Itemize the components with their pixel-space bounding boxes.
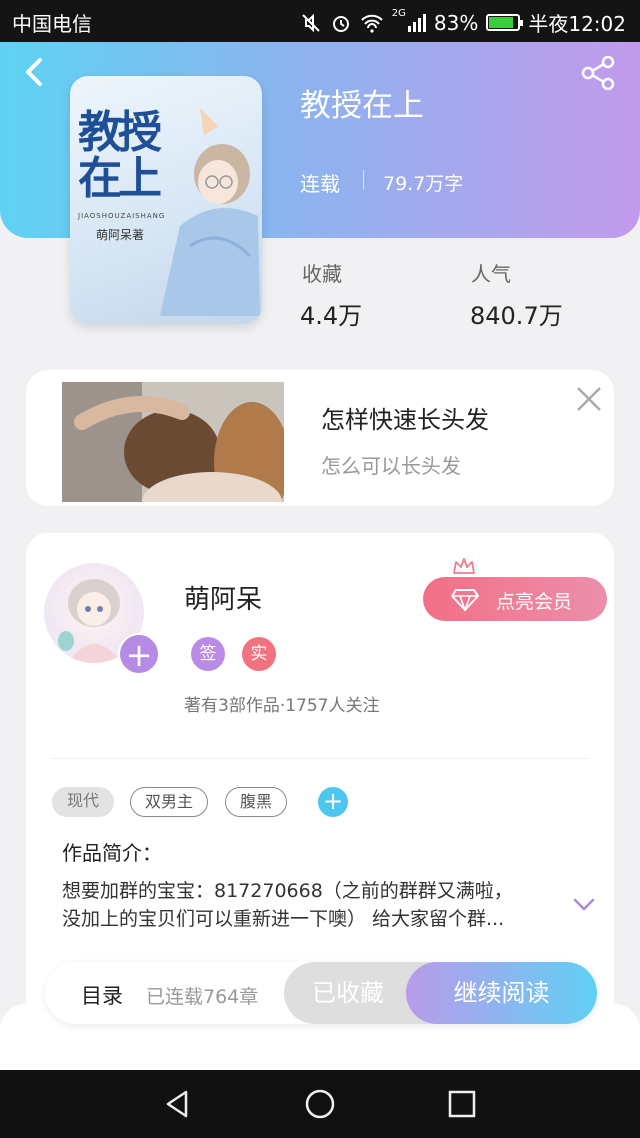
stat-favorites-value: 4.4万 (300, 302, 363, 330)
diamond-icon (451, 589, 479, 611)
share-icon (581, 55, 615, 91)
signal-icon (407, 13, 426, 32)
chevron-down-icon[interactable] (573, 898, 595, 912)
mute-icon (302, 13, 320, 32)
chapter-count: 已连载764章 (146, 986, 259, 1008)
nav-back-icon[interactable] (162, 1088, 194, 1120)
vip-button-label: 点亮会员 (496, 591, 573, 613)
carrier-label: 中国电信 (12, 12, 92, 36)
nav-home-icon[interactable] (304, 1088, 336, 1120)
ad-close-button[interactable] (574, 384, 604, 414)
wifi-icon (361, 14, 383, 33)
word-count: 79.7万字 (383, 173, 464, 195)
battery-percent: 83% (433, 10, 479, 35)
battery-icon (486, 14, 524, 31)
close-icon (577, 387, 601, 411)
book-status: 连载 (300, 172, 340, 196)
tag-double-male[interactable]: 双男主 (130, 787, 208, 817)
follow-author-button[interactable]: + (118, 633, 160, 675)
vip-button[interactable]: 点亮会员 (423, 577, 607, 621)
tag-scheming[interactable]: 腹黑 (225, 787, 287, 817)
badge-verified: 实 (242, 637, 276, 671)
continue-reading-button[interactable]: 继续阅读 (406, 962, 597, 1024)
cover-title: 教授在上 (78, 107, 162, 204)
intro-line-1: 想要加群的宝宝：817270668（之前的群群又满啦， (62, 880, 513, 902)
card-divider (52, 758, 588, 759)
stat-favorites-label: 收藏 (302, 262, 342, 286)
author-name[interactable]: 萌阿呆 (184, 579, 262, 616)
system-nav-bar (0, 1070, 640, 1138)
ad-title: 怎样快速长头发 (321, 406, 489, 434)
status-divider (363, 170, 364, 190)
bottom-action-bar: 目录 已连载764章 已收藏 继续阅读 (45, 962, 597, 1024)
share-button[interactable] (578, 55, 618, 91)
intro-label: 作品简介： (62, 841, 162, 865)
book-cover[interactable]: 教授在上 JIAOSHOUZAISHANG 萌阿呆著 (70, 76, 262, 324)
book-title: 教授在上 (300, 88, 424, 124)
ad-subtitle: 怎么可以长头发 (321, 454, 461, 478)
badge-signed: 签 (191, 637, 225, 671)
author-meta: 著有3部作品·1757人关注 (184, 696, 380, 716)
back-arrow-icon (26, 58, 42, 86)
toc-button[interactable]: 目录 (81, 980, 123, 1010)
cover-pinyin: JIAOSHOUZAISHANG (78, 212, 166, 220)
clock: 半夜12:02 (528, 12, 626, 36)
back-button[interactable] (20, 52, 52, 92)
add-tag-button[interactable]: + (318, 787, 348, 817)
author-card: + 萌阿呆 签 实 著有3部作品·1757人关注 点亮会员 现代 双男主 腹黑 … (26, 533, 614, 1033)
cover-author: 萌阿呆著 (96, 228, 145, 242)
status-bar: 中国电信 2G 83% 半夜12:02 (0, 0, 640, 42)
nav-recent-icon[interactable] (446, 1088, 478, 1120)
stat-popularity-value: 840.7万 (470, 302, 563, 330)
network-label: 2G (391, 8, 406, 19)
ad-image (62, 382, 284, 502)
cover-illustration (160, 108, 260, 316)
alarm-icon (332, 15, 349, 32)
crown-icon (453, 558, 475, 574)
intro-text[interactable]: 想要加群的宝宝：817270668（之前的群群又满啦， 没加上的宝贝们可以重新进… (62, 877, 562, 933)
intro-line-2: 没加上的宝贝们可以重新进一下噢） 给大家留个群... (62, 908, 505, 930)
ad-card[interactable]: 怎样快速长头发 怎么可以长头发 (26, 370, 614, 506)
tag-modern[interactable]: 现代 (52, 787, 114, 817)
stat-popularity-label: 人气 (471, 262, 511, 286)
